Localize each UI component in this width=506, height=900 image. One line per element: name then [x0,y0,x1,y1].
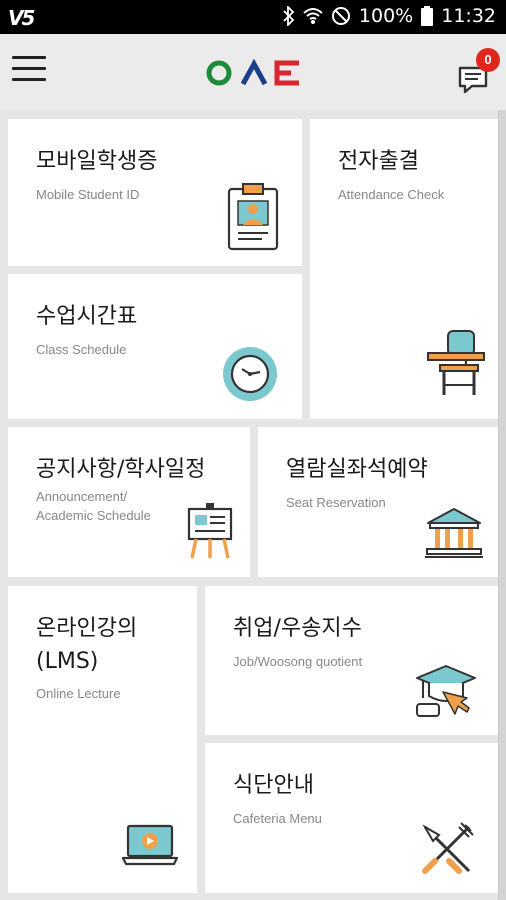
tile-subtitle: Seat Reservation [286,495,386,510]
tile-seat-reservation[interactable]: 열람실좌석예약 Seat Reservation [258,427,498,577]
hamburger-menu-icon[interactable] [12,56,46,86]
tile-title: 취업/우송지수 [233,616,362,641]
tile-job-quotient[interactable]: 취업/우송지수 Job/Woosong quotient [205,586,498,735]
tile-title: 공지사항/학사일정 [36,457,206,482]
tile-online-lecture[interactable]: 온라인강의 (LMS) Online Lecture [8,586,197,893]
tile-subtitle: Online Lecture [36,686,121,701]
easel-board-icon [187,503,233,559]
carrier-indicator: V5 [8,6,35,30]
library-building-icon [425,508,483,558]
wifi-icon [303,8,323,24]
tile-subtitle-line1: Announcement/ [36,489,128,504]
tile-title: 모바일학생증 [36,149,158,174]
status-icons: 100% 11:32 [283,5,496,27]
battery-percent: 100% [358,5,414,27]
status-bar: V5 100% 11:32 [0,0,506,34]
bluetooth-icon [283,6,295,26]
clock-icon [223,347,277,401]
graduation-cap-icon [416,665,476,717]
notification-badge: 0 [476,48,500,72]
tile-subtitle: Cafeteria Menu [233,811,322,826]
tile-subtitle: Job/Woosong quotient [233,654,363,669]
tile-title: 수업시간표 [36,304,138,329]
tile-title-line2: (LMS) [36,649,99,674]
clock-time: 11:32 [441,5,496,27]
tile-title: 식단안내 [233,773,314,798]
tile-announcement[interactable]: 공지사항/학사일정 Announcement/ Academic Schedul… [8,427,250,577]
tile-attendance-check[interactable]: 전자출결 Attendance Check [310,119,498,419]
tile-mobile-student-id[interactable]: 모바일학생증 Mobile Student ID [8,119,302,266]
no-sim-icon [331,7,350,25]
woosong-logo-icon [206,58,299,86]
app-bar: 0 [0,34,506,110]
battery-icon [421,6,434,26]
tile-class-schedule[interactable]: 수업시간표 Class Schedule [8,274,302,419]
side-drawer-edge [498,110,506,900]
tile-title: 전자출결 [338,149,419,174]
tile-subtitle: Attendance Check [338,187,445,202]
tile-subtitle: Mobile Student ID [36,187,140,202]
tile-cafeteria-menu[interactable]: 식단안내 Cafeteria Menu [205,743,498,893]
id-card-icon [227,183,279,251]
tile-subtitle-line2: Academic Schedule [36,508,151,523]
fork-knife-icon [422,822,474,874]
laptop-play-icon [122,824,178,866]
tile-title-line1: 온라인강의 [36,616,138,641]
tile-subtitle: Class Schedule [36,342,127,357]
tile-title: 열람실좌석예약 [286,457,428,482]
school-desk-icon [427,330,485,395]
